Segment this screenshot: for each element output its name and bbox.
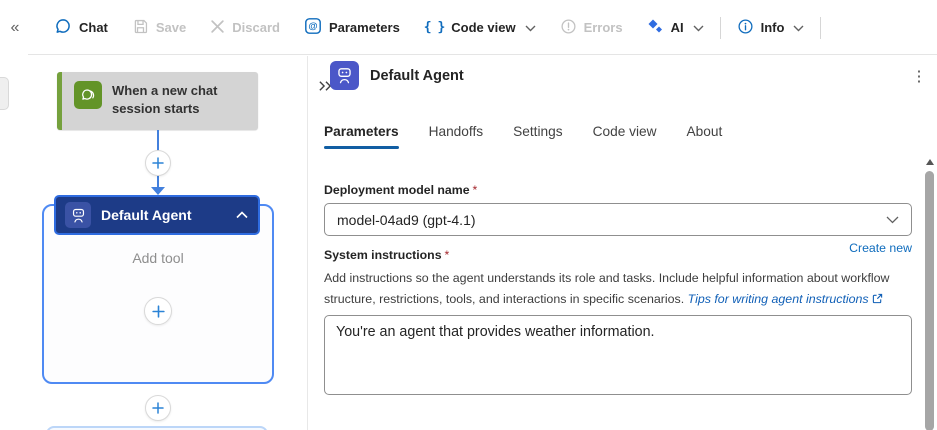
toolbar-divider [719,16,721,39]
add-tool-button[interactable] [144,297,172,325]
save-icon [132,18,149,38]
chevron-down-icon [525,20,536,35]
left-panel-handle[interactable] [0,77,9,110]
required-asterisk: * [472,183,478,197]
trigger-node-when-new-chat-session-starts[interactable]: When a new chat session starts [57,72,258,130]
scroll-up-arrow[interactable] [926,159,934,165]
ai-button[interactable]: AI [635,11,716,45]
agent-node-title: Default Agent [101,207,192,223]
instructions-description: Add instructions so the agent understand… [324,271,890,306]
info-circle-icon [737,18,754,38]
parameters-button[interactable]: @ Parameters [292,11,412,45]
tab-settings[interactable]: Settings [513,124,562,149]
chevron-down-icon [793,20,804,35]
system-instructions-label: System instructions * [324,248,450,262]
scrollbar-thumb[interactable] [925,171,934,430]
chat-button[interactable]: Chat [42,11,120,45]
deployment-model-value: model-04ad9 (gpt-4.1) [337,211,476,228]
chevron-down-icon [886,211,899,229]
chat-bubble-icon [54,17,72,38]
agent-node-header[interactable]: Default Agent [54,195,260,235]
info-label: Info [760,20,785,35]
tab-handoffs[interactable]: Handoffs [429,124,484,149]
code-view-button[interactable]: { } Code view [412,11,548,45]
trigger-title: When a new chat session starts [112,83,218,116]
at-mention-parameters-icon: @ [304,17,322,38]
tab-code-view[interactable]: Code view [593,124,657,149]
ai-sparkle-icon [647,18,664,38]
error-circle-icon [560,18,577,38]
save-label: Save [155,20,187,35]
discard-label: Discard [232,20,280,35]
save-button[interactable]: Save [120,11,198,45]
next-node-peek [46,426,268,430]
agent-robot-icon [65,202,91,228]
agent-tabs: Parameters Handoffs Settings Code view A… [324,124,722,149]
agent-details-panel: Default Agent ⋮ Parameters Handoffs Sett… [308,56,937,430]
connector-arrowhead [151,187,165,195]
double-chevron-left-icon: « [10,18,20,36]
chevron-down-icon [693,20,704,35]
insert-action-button[interactable] [145,150,171,176]
system-instructions-input[interactable]: You're an agent that provides weather in… [324,315,912,395]
code-braces-icon: { } [423,20,446,35]
parameters-label: Parameters [328,20,400,35]
add-tool-placeholder: Add tool [132,250,184,266]
chevron-up-icon[interactable] [236,211,248,219]
toolbar-divider [820,16,822,39]
tab-about[interactable]: About [687,124,723,149]
chat-session-trigger-icon [74,81,102,109]
more-vertical-icon: ⋮ [911,68,927,85]
tips-for-writing-agent-instructions-link[interactable]: Tips for writing agent instructions [688,292,883,306]
info-button[interactable]: Info [725,11,817,45]
svg-text:@: @ [308,21,317,32]
more-options-button[interactable]: ⋮ [908,66,930,88]
deployment-model-label: Deployment model name * [324,183,478,197]
errors-label: Errors [583,20,623,35]
panel-title: Default Agent [370,68,464,84]
insert-action-below-button[interactable] [145,395,171,421]
chat-label: Chat [79,20,108,35]
agent-avatar-icon [330,61,359,90]
designer-toolbar: « Chat Save Discard @ Parameters { } Cod… [0,0,937,55]
collapse-left-nav-button[interactable]: « [0,0,30,55]
panel-scrollbar [923,150,937,430]
deployment-model-dropdown[interactable]: model-04ad9 (gpt-4.1) [324,203,912,236]
dismiss-icon [210,19,225,37]
discard-button[interactable]: Discard [198,11,292,45]
required-asterisk: * [444,248,450,262]
tab-parameters[interactable]: Parameters [324,124,399,149]
app-window: « Chat Save Discard @ Parameters { } Cod… [0,0,937,430]
code-view-label: Code view [451,20,516,35]
ai-label: AI [670,20,684,35]
errors-button[interactable]: Errors [548,11,635,45]
